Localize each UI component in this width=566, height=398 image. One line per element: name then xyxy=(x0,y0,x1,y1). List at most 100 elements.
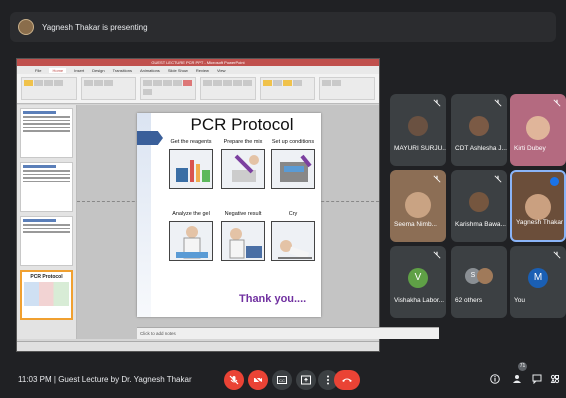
analyze-gel-illustration xyxy=(169,221,213,261)
ppt-tab: Slide Show xyxy=(167,67,188,73)
cry-illustration xyxy=(271,221,315,261)
participant-name: CDT Ashlesha J... xyxy=(455,145,507,152)
meeting-info: 11:03 PM | Guest Lecture by Dr. Yagnesh … xyxy=(18,375,192,384)
thermocycler-illustration xyxy=(271,149,315,189)
ribbon-group-paragraph xyxy=(200,77,256,100)
thank-you-text: Thank you.... xyxy=(239,293,307,305)
ppt-tab: View xyxy=(216,67,226,73)
end-call-icon xyxy=(342,378,352,382)
step-label: Analyze the gel xyxy=(172,211,210,217)
participant-name: MAYURI SURJU... xyxy=(394,145,446,152)
mic-off-icon xyxy=(553,251,561,259)
step-label: Get the reagents xyxy=(170,139,212,145)
participant-video xyxy=(405,192,431,218)
leave-call-button[interactable] xyxy=(334,370,360,390)
mic-off-icon xyxy=(494,175,502,183)
participant-photo xyxy=(526,116,550,140)
mic-off-icon xyxy=(494,99,502,107)
ribbon-group-drawing xyxy=(259,77,316,100)
slide-thumbnail[interactable] xyxy=(20,162,73,212)
participant-tile[interactable]: Seema Nimb... xyxy=(390,170,446,242)
camera-toggle-button[interactable] xyxy=(248,370,268,390)
slide-thumbnail[interactable] xyxy=(20,216,73,266)
others-avatar xyxy=(477,268,493,284)
participant-video xyxy=(525,194,551,220)
participant-tile[interactable]: Kirti Dubey xyxy=(510,94,566,166)
svg-text:CC: CC xyxy=(279,378,285,383)
meeting-control-bar: 11:03 PM | Guest Lecture by Dr. Yagnesh … xyxy=(0,362,566,398)
mic-off-icon xyxy=(433,99,441,107)
participant-tile[interactable]: Karishma Bawa... xyxy=(451,170,507,242)
participant-name: Kirti Dubey xyxy=(514,145,546,152)
mic-off-icon xyxy=(433,251,441,259)
meeting-title: Guest Lecture by Dr. Yagnesh Thakar xyxy=(58,375,192,384)
participant-tile-active-speaker[interactable]: Yagnesh Thakar xyxy=(510,170,566,242)
activities-icon[interactable] xyxy=(550,374,560,384)
slide-thumbnails: PCR Protocol xyxy=(17,105,77,339)
participant-photo xyxy=(408,116,428,136)
negative-result-illustration xyxy=(221,221,265,261)
prepare-mix-illustration xyxy=(221,149,265,189)
mic-toggle-button[interactable] xyxy=(224,370,244,390)
slide-thumbnail-selected[interactable]: PCR Protocol xyxy=(20,270,73,320)
participant-tile[interactable]: MAYURI SURJU... xyxy=(390,94,446,166)
step-label: Set up conditions xyxy=(271,139,315,145)
speaking-indicator-icon xyxy=(550,177,559,186)
captions-button[interactable]: CC xyxy=(272,370,292,390)
notes-pane[interactable]: Click to add notes xyxy=(137,327,439,339)
presenter-text: Yagnesh Thakar is presenting xyxy=(42,22,148,32)
ppt-tab: File xyxy=(35,67,42,73)
ppt-ribbon-tabs: File Home Insert Design Transitions Anim… xyxy=(17,66,379,74)
ribbon-group-slides xyxy=(80,77,137,100)
people-icon[interactable] xyxy=(512,374,522,384)
ribbon-group-font xyxy=(140,77,197,100)
mic-off-icon xyxy=(553,99,561,107)
ppt-tab: Design xyxy=(92,67,105,73)
ppt-tab: Review xyxy=(195,67,209,73)
arrow-decoration xyxy=(137,131,163,145)
presenter-banner: Yagnesh Thakar is presenting xyxy=(10,12,556,42)
participant-photo xyxy=(469,192,489,212)
ppt-workspace: PCR Protocol PCR Protocol Get the reagen… xyxy=(17,105,439,339)
self-name: You xyxy=(514,297,525,304)
camera-off-icon xyxy=(253,375,263,385)
chat-icon[interactable] xyxy=(532,374,542,384)
thumbnail-title: PCR Protocol xyxy=(30,274,63,280)
others-tile[interactable]: S 62 others xyxy=(451,246,507,318)
slide-title: PCR Protocol xyxy=(190,115,294,134)
ribbon-group-editing xyxy=(319,77,376,100)
ppt-tab: Transitions xyxy=(112,67,133,73)
participant-tile[interactable]: CDT Ashlesha J... xyxy=(451,94,507,166)
others-count: 62 others xyxy=(455,297,483,304)
ppt-tab-active: Home xyxy=(49,67,67,73)
step-label: Cry xyxy=(288,211,298,217)
info-icon[interactable] xyxy=(490,374,500,384)
participant-name: Vishakha Labor... xyxy=(394,297,445,304)
participant-name: Yagnesh Thakar xyxy=(516,219,564,226)
more-vert-icon xyxy=(327,375,329,385)
present-screen-icon xyxy=(301,375,311,385)
slide: PCR Protocol Get the reagents Prepare th… xyxy=(137,113,321,317)
ppt-status-bar xyxy=(17,341,379,351)
reagents-illustration xyxy=(169,149,213,189)
clock-time: 11:03 PM xyxy=(18,375,52,384)
slide-thumbnail[interactable] xyxy=(20,108,73,158)
self-tile[interactable]: M You xyxy=(510,246,566,318)
mic-off-icon xyxy=(433,175,441,183)
step-label: Negative result xyxy=(224,211,262,217)
ribbon-group-clipboard xyxy=(21,77,77,100)
ppt-tab: Insert xyxy=(74,67,85,73)
people-count-badge: 71 xyxy=(518,362,527,371)
participant-avatar: V xyxy=(408,268,428,288)
ppt-ribbon xyxy=(17,74,379,104)
participant-tile[interactable]: V Vishakha Labor... xyxy=(390,246,446,318)
participant-name: Karishma Bawa... xyxy=(455,221,506,228)
slide-canvas: PCR Protocol Get the reagents Prepare th… xyxy=(77,105,439,339)
present-now-button[interactable] xyxy=(296,370,316,390)
mic-off-icon xyxy=(229,375,239,385)
participant-name: Seema Nimb... xyxy=(394,221,437,228)
participant-photo xyxy=(469,116,489,136)
ppt-window-title: GUEST LECTURE PCR PPT - Microsoft PowerP… xyxy=(17,59,379,66)
captions-icon: CC xyxy=(277,376,287,384)
ppt-tab: Animations xyxy=(140,67,160,73)
